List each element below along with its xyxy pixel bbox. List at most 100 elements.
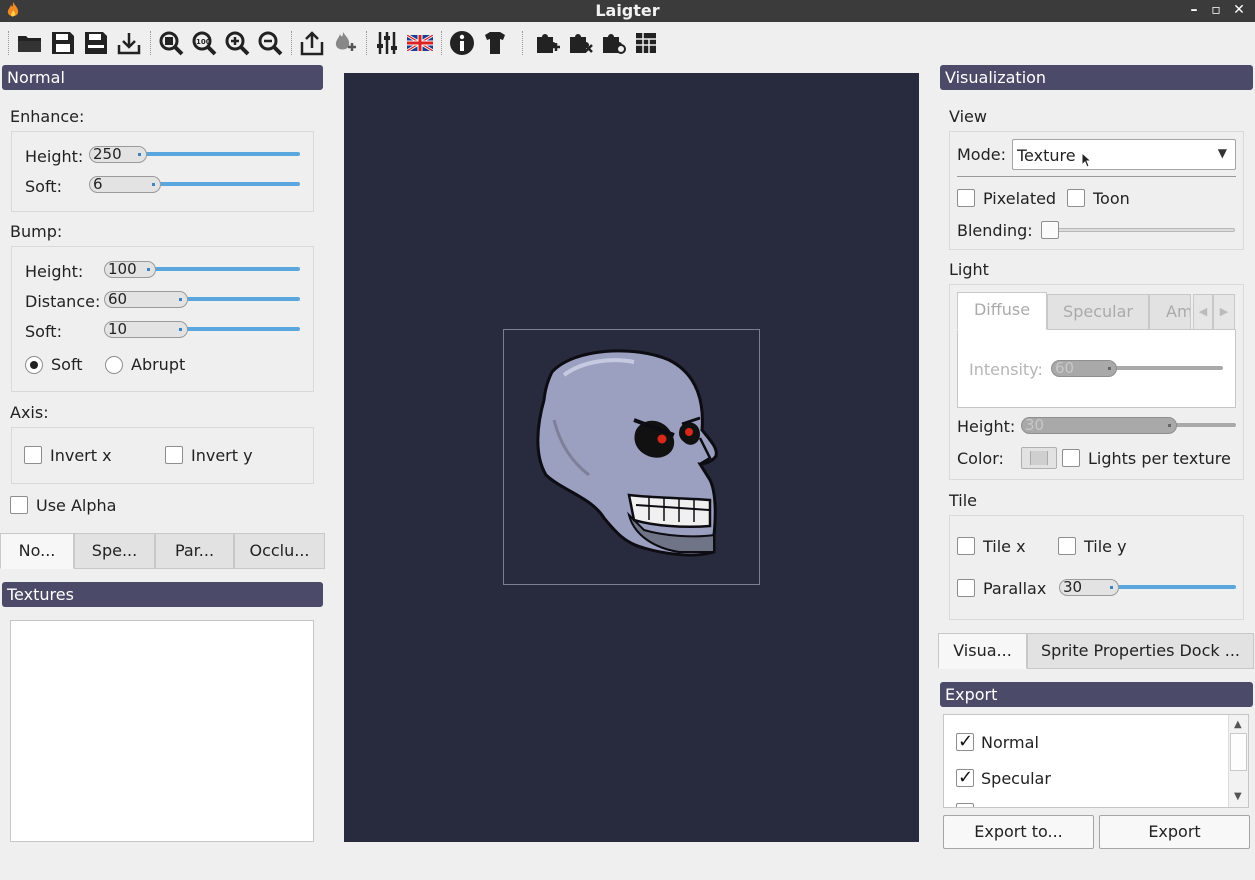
invert-x-checkbox[interactable] [24,446,42,464]
enhance-soft-handle[interactable]: 6 [89,176,161,193]
zoom-out-icon[interactable] [256,29,284,57]
tab-scroll-left-icon[interactable]: ◀ [1193,294,1213,330]
pixelated-checkbox[interactable] [957,189,975,207]
bump-height-label: Height: [25,262,84,281]
minimize-icon[interactable]: – [1186,2,1202,18]
tab-occlusion[interactable]: Occlu... [234,533,325,569]
bump-soft-radio-label: Soft [51,355,83,374]
export-to-button[interactable]: Export to... [943,815,1094,849]
export-scrollbar[interactable]: ▲ ▼ [1228,715,1248,807]
blending-handle[interactable] [1041,221,1059,239]
tab-specular[interactable]: Spe... [74,533,155,569]
tab-ambient[interactable]: Am [1149,294,1191,330]
tab-diffuse[interactable]: Diffuse [957,292,1047,330]
bump-soft-handle[interactable]: 10 [104,321,188,338]
tile-x-checkbox[interactable] [957,537,975,555]
parallax-checkbox[interactable] [957,579,975,597]
import-icon[interactable] [115,29,143,57]
tab-scroll-right-icon[interactable]: ▶ [1213,294,1235,330]
bump-distance-handle[interactable]: 60 [104,291,188,308]
close-icon[interactable]: ✕ [1231,2,1247,18]
bump-abrupt-radio[interactable] [105,356,123,374]
tab-light-specular[interactable]: Specular [1047,294,1149,330]
mode-select[interactable]: Texture ▼ [1012,139,1236,170]
intensity-handle[interactable]: 60 [1051,360,1117,377]
bump-soft-radio[interactable] [25,356,43,374]
mouse-cursor-icon [1081,151,1093,172]
export-specular-label: Specular [981,769,1051,788]
scroll-up-icon[interactable]: ▲ [1234,719,1242,730]
bump-distance-label: Distance: [25,292,101,311]
color-swatch [1030,451,1048,465]
scroll-down-icon[interactable]: ▼ [1234,791,1242,802]
textures-list[interactable] [10,620,314,842]
skull-sprite [536,349,718,557]
invert-y-label: Invert y [191,446,253,465]
light-height-label: Height: [957,417,1016,436]
light-label: Light [949,260,989,279]
tile-label: Tile [949,491,978,510]
save-as-icon[interactable] [82,29,110,57]
language-flag-icon[interactable] [406,29,434,57]
normal-dock-header: Normal [2,65,323,90]
plugin-remove-icon[interactable] [566,29,594,57]
scrollbar-thumb[interactable] [1230,733,1247,771]
bump-abrupt-radio-label: Abrupt [131,355,186,374]
view-divider [957,176,1236,177]
color-picker-button[interactable] [1021,447,1057,469]
use-alpha-checkbox[interactable] [10,496,28,514]
tab-sprite-properties[interactable]: Sprite Properties Dock ... [1027,633,1254,669]
settings-sliders-icon[interactable] [373,29,401,57]
toon-checkbox[interactable] [1067,189,1085,207]
tile-x-label: Tile x [983,537,1026,556]
presets-icon[interactable] [632,29,660,57]
textures-dock-header: Textures [2,582,323,607]
invert-y-checkbox[interactable] [165,446,183,464]
tab-normal[interactable]: No... [0,533,74,569]
chevron-down-icon: ▼ [1217,146,1227,160]
enhance-soft-label: Soft: [25,177,62,196]
theme-shirt-icon[interactable] [481,29,509,57]
enhance-height-label: Height: [25,147,84,166]
plugin-add-icon[interactable] [533,29,561,57]
tile-y-checkbox[interactable] [1058,537,1076,555]
export-specular-checkbox[interactable] [956,767,974,788]
use-alpha-label: Use Alpha [36,496,117,515]
export-button[interactable]: Export [1099,815,1250,849]
plugin-settings-icon[interactable] [599,29,627,57]
zoom-in-icon[interactable] [223,29,251,57]
lights-per-texture-checkbox[interactable] [1062,449,1080,467]
bump-label: Bump: [10,222,63,241]
zoom-fit-icon[interactable] [157,29,185,57]
save-icon[interactable] [49,29,77,57]
enhance-height-handle[interactable]: 250 [89,146,147,163]
zoom-100-icon[interactable]: 100 [190,29,218,57]
toolbar-separator [366,31,368,55]
parallax-handle[interactable]: 30 [1059,579,1119,596]
toon-label: Toon [1093,189,1130,208]
toolbar-separator [150,31,152,55]
blending-slider[interactable] [1045,228,1235,232]
export-normal-checkbox[interactable] [956,731,974,752]
export-item-checkbox[interactable] [956,803,974,807]
bump-height-handle[interactable]: 100 [104,261,156,278]
invert-x-label: Invert x [50,446,112,465]
export-normal-label: Normal [981,733,1039,752]
add-light-icon[interactable] [331,29,359,57]
export-share-icon[interactable] [298,29,326,57]
tab-parallax[interactable]: Par... [155,533,234,569]
export-list[interactable]: Normal Specular ▲ ▼ [943,714,1249,808]
tab-visualization[interactable]: Visua... [938,633,1027,669]
preview-canvas[interactable] [344,73,919,842]
mode-label: Mode: [957,145,1006,164]
light-height-handle[interactable]: 30 [1021,417,1177,434]
toolbar-separator [441,31,443,55]
enhance-group [11,131,314,212]
open-folder-icon[interactable] [16,29,44,57]
info-icon[interactable] [448,29,476,57]
axis-label: Axis: [10,403,49,422]
bump-soft-label: Soft: [25,322,62,341]
enhance-label: Enhance: [10,107,85,126]
maximize-icon[interactable]: ▫ [1208,2,1224,18]
window-title: Laigter [595,1,660,20]
